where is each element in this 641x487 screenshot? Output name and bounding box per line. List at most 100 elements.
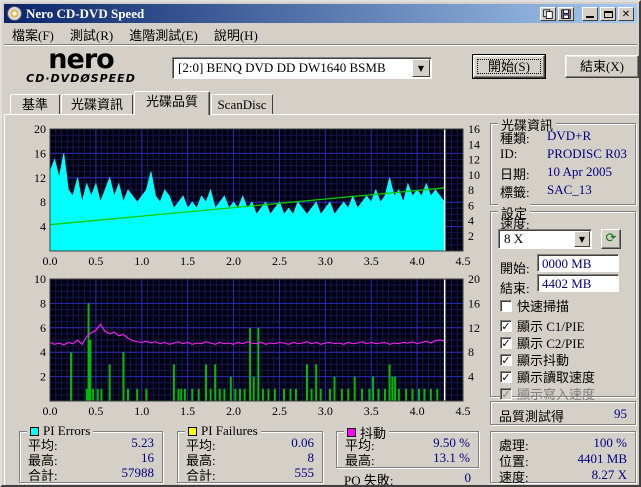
svg-text:8: 8 <box>468 183 474 197</box>
quality-score-group: 品質測試得 95 <box>490 401 636 425</box>
end-pos-label: 結束: <box>500 281 530 296</box>
checkbox-box[interactable]: ✓ <box>500 387 512 400</box>
tab-disc-quality[interactable]: 光碟品質 <box>134 91 210 115</box>
disc-type-label: 種類: <box>500 131 530 146</box>
disc-id-label: ID: <box>500 146 518 161</box>
menu-advanced-test[interactable]: 進階測試(E) <box>121 23 206 46</box>
jitter-stats-group: 抖動 平均: 9.50 % 最高: 13.1 % <box>336 423 479 468</box>
checkbox-show-read-speed[interactable]: ✓ 顯示讀取速度 <box>500 369 595 385</box>
minimize-button[interactable] <box>582 6 598 21</box>
svg-text:3.5: 3.5 <box>364 404 379 415</box>
copy-icon[interactable] <box>540 6 556 21</box>
quality-score-label: 品質測試得 <box>499 409 565 424</box>
speed-selector[interactable]: 8 X ▼ <box>498 229 592 249</box>
menu-test[interactable]: 測試(R) <box>62 23 121 46</box>
maximize-icon <box>604 10 613 18</box>
end-pos-field[interactable]: 4402 MB <box>537 274 619 292</box>
checkbox-quick-scan[interactable]: 快速掃描 <box>500 298 569 314</box>
svg-text:4.5: 4.5 <box>456 404 471 415</box>
svg-text:2: 2 <box>40 370 46 384</box>
disc-type-value: DVD+R <box>547 128 592 143</box>
chevron-down-icon[interactable]: ▼ <box>412 59 430 77</box>
svg-text:8: 8 <box>468 345 474 359</box>
svg-text:0.5: 0.5 <box>88 404 103 415</box>
tab-scandisc[interactable]: ScanDisc <box>211 94 273 114</box>
checkbox-show-c2-pie[interactable]: ✓ 顯示 C2/PIE <box>500 335 585 351</box>
po-failures-row: PO 失敗: 0 <box>344 470 479 485</box>
svg-text:3.5: 3.5 <box>364 254 379 265</box>
checkbox-show-write-speed[interactable]: ✓ 顯示寫入速度 <box>500 386 595 402</box>
svg-text:14: 14 <box>468 137 480 151</box>
svg-text:2: 2 <box>468 229 474 243</box>
save-icon[interactable] <box>558 6 574 21</box>
menubar: 檔案(F) 測試(R) 進階測試(E) 說明(H) <box>4 24 637 45</box>
settings-group: 設定 速度: 8 X ▼ ⟳ 開始: 0000 MB 結束: 4402 MB 快… <box>490 203 636 402</box>
svg-text:6: 6 <box>40 321 46 335</box>
disc-label-value: SAC_13 <box>547 182 592 197</box>
svg-text:2.0: 2.0 <box>226 254 241 265</box>
tab-benchmark[interactable]: 基準 <box>10 94 60 114</box>
total-value: 57988 <box>121 465 155 480</box>
svg-text:4.0: 4.0 <box>410 254 425 265</box>
titlebar: Nero CD-DVD Speed ✕ <box>4 4 637 23</box>
refresh-button[interactable]: ⟳ <box>601 229 621 249</box>
checkbox-show-jitter[interactable]: ✓ 顯示抖動 <box>500 352 569 368</box>
svg-text:6: 6 <box>468 198 474 212</box>
app-window: Nero CD-DVD Speed ✕ 檔案(F) 測試(R) 進階測試(E) … <box>0 0 641 487</box>
svg-text:20: 20 <box>34 122 46 136</box>
svg-text:4.0: 4.0 <box>410 404 425 415</box>
svg-text:10: 10 <box>34 272 46 286</box>
po-failures-label: PO 失敗: <box>344 473 394 487</box>
avg-value: 0.06 <box>291 435 314 450</box>
tab-disc-info[interactable]: 光碟資訊 <box>61 94 133 114</box>
drive-selector-value: [2:0] BENQ DVD DD DW1640 BSMB <box>178 60 386 75</box>
checkbox-box[interactable]: ✓ <box>500 319 512 332</box>
svg-text:8: 8 <box>40 195 46 209</box>
focus-rect <box>477 59 541 74</box>
menu-help[interactable]: 說明(H) <box>206 23 266 46</box>
start-button[interactable]: 開始(S) <box>472 54 546 79</box>
menu-file[interactable]: 檔案(F) <box>4 23 62 46</box>
svg-text:0.0: 0.0 <box>43 254 58 265</box>
window-title: Nero CD-DVD Speed <box>26 5 145 21</box>
drive-selector[interactable]: [2:0] BENQ DVD DD DW1640 BSMB ▼ <box>172 57 432 79</box>
close-button[interactable]: ✕ <box>618 6 634 21</box>
chevron-down-icon[interactable]: ▼ <box>574 231 590 247</box>
po-failures-value: 0 <box>464 470 472 485</box>
svg-text:1.0: 1.0 <box>134 404 149 415</box>
disc-date-value: 10 Apr 2005 <box>547 164 612 179</box>
pi-failures-stats-group: PI Failures 平均: 0.06 最高: 8 合計: 555 <box>177 423 323 483</box>
quality-score-value: 95 <box>614 406 627 421</box>
exit-button[interactable]: 結束(X) <box>565 55 639 78</box>
maximize-button[interactable] <box>600 6 616 21</box>
svg-text:0.0: 0.0 <box>43 404 58 415</box>
process-value: 100 % <box>593 435 627 450</box>
start-pos-field[interactable]: 0000 MB <box>537 254 619 272</box>
app-icon <box>7 6 22 21</box>
speed-selector-value: 8 X <box>504 231 524 246</box>
svg-text:8: 8 <box>40 296 46 310</box>
svg-text:3.0: 3.0 <box>318 404 333 415</box>
svg-text:0.5: 0.5 <box>88 254 103 265</box>
total-value: 555 <box>294 465 315 480</box>
svg-text:4: 4 <box>40 220 46 234</box>
checkbox-box[interactable]: ✓ <box>500 353 512 366</box>
checkbox-box[interactable]: ✓ <box>500 336 512 349</box>
svg-text:2.5: 2.5 <box>272 404 287 415</box>
avg-value: 9.50 % <box>433 435 470 450</box>
max-value: 13.1 % <box>433 450 470 465</box>
pi-failures-jitter-chart: 2 4 6 8 10 4 8 12 16 20 0.0 0.5 1.0 1.5 2.0 2.5 3.0 3.5 4.… <box>34 272 480 415</box>
minimize-icon <box>586 15 594 18</box>
save-icon-glyph <box>561 8 571 19</box>
start-pos-label: 開始: <box>500 261 530 276</box>
cdspeed-logo-text: CD·DVDØSPEED <box>26 72 136 85</box>
max-value: 8 <box>307 450 315 465</box>
checkbox-box[interactable] <box>500 299 512 312</box>
checkbox-show-c1-pie[interactable]: ✓ 顯示 C1/PIE <box>500 318 585 334</box>
position-value: 4401 MB <box>577 451 627 466</box>
disc-label-label: 標籤: <box>500 185 530 200</box>
checkbox-box[interactable]: ✓ <box>500 370 512 383</box>
svg-text:12: 12 <box>34 171 46 185</box>
disc-quality-page: 4 8 12 16 20 2 4 6 8 10 12 14 16 0.0 0.5 1.0 1.5 2.0 2.5 3.… <box>4 114 639 485</box>
exit-button-label: 結束(X) <box>579 59 625 74</box>
